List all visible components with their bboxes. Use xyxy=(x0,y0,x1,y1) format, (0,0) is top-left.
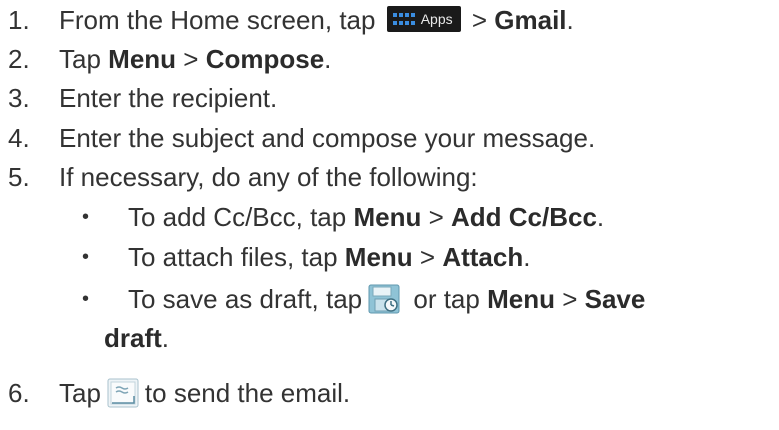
bold-term: Gmail xyxy=(494,5,567,35)
apps-grid-icon xyxy=(392,13,415,26)
bullet: • xyxy=(82,246,90,268)
step-number: 5. xyxy=(8,162,30,192)
instructions-page: 1. From the Home screen, tap Apps > Gmai… xyxy=(0,0,779,430)
step-number: 4. xyxy=(8,123,30,153)
apps-chip-label: Apps xyxy=(420,11,453,28)
step-number: 3. xyxy=(8,83,30,113)
step-text: Tap to send the email. xyxy=(59,378,351,408)
sub-item-text: draft. xyxy=(104,323,170,353)
step-number: 2. xyxy=(8,44,30,74)
sub-item-text: To add Cc/Bcc, tap Menu > Add Cc/Bcc. xyxy=(128,202,605,232)
step-text: Tap Menu > Compose. xyxy=(59,44,332,74)
step-number: 6. xyxy=(8,378,30,408)
step-text: Enter the subject and compose your messa… xyxy=(59,123,596,153)
bullet: • xyxy=(82,288,90,310)
sub-item-text: To save as draft, tap or tap Menu > Save xyxy=(128,284,646,314)
save-draft-icon xyxy=(368,284,400,314)
bold-term: draft xyxy=(104,323,162,353)
bullet: • xyxy=(82,206,90,228)
bold-term: Compose xyxy=(205,44,325,74)
apps-button-icon: Apps xyxy=(386,6,461,33)
bold-term: Menu xyxy=(344,242,413,272)
step-text: If necessary, do any of the following: xyxy=(59,162,478,192)
bold-term: Menu xyxy=(353,202,422,232)
step-number: 1. xyxy=(8,5,30,35)
step-text: From the Home screen, tap Apps > Gmail. xyxy=(59,5,574,35)
step-text: Enter the recipient. xyxy=(59,83,278,113)
sub-item-text: To attach files, tap Menu > Attach. xyxy=(128,242,531,272)
bold-term: Save xyxy=(584,284,646,314)
bold-term: Menu xyxy=(108,44,177,74)
bold-term: Add Cc/Bcc xyxy=(450,202,597,232)
bold-term: Attach xyxy=(442,242,524,272)
send-email-icon xyxy=(107,378,139,408)
bold-term: Menu xyxy=(487,284,555,314)
